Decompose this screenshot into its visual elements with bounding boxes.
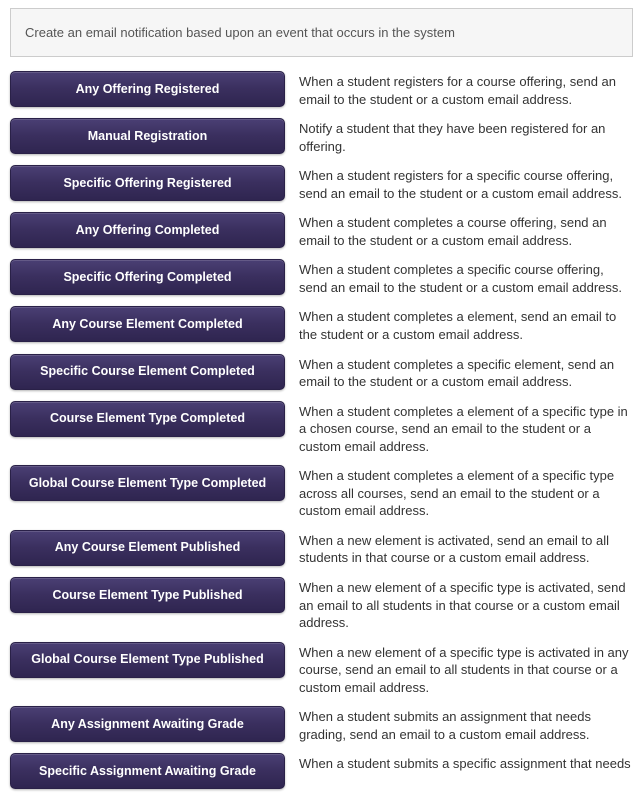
notification-description: When a student registers for a specific … — [285, 165, 633, 202]
notification-description: When a student submits a specific assign… — [285, 753, 633, 773]
page-header: Create an email notification based upon … — [10, 8, 633, 57]
notification-row: Any Course Element Published When a new e… — [10, 530, 633, 567]
button-label: Course Element Type Completed — [50, 411, 245, 426]
notification-description: When a student registers for a course of… — [285, 71, 633, 108]
notification-row: Specific Offering Completed When a studen… — [10, 259, 633, 296]
notification-row: Any Assignment Awaiting Grade When a stud… — [10, 706, 633, 743]
notification-description: When a student completes a course offeri… — [285, 212, 633, 249]
notification-description: When a student submits an assignment tha… — [285, 706, 633, 743]
notification-row: Global Course Element Type Published When… — [10, 642, 633, 697]
button-label: Specific Course Element Completed — [40, 364, 255, 379]
button-label: Global Course Element Type Completed — [29, 476, 266, 491]
button-label: Manual Registration — [88, 129, 207, 144]
button-label: Any Assignment Awaiting Grade — [51, 717, 244, 732]
button-label: Specific Offering Completed — [63, 270, 231, 285]
notification-description: When a new element of a specific type is… — [285, 577, 633, 632]
course-element-type-completed-button[interactable]: Course Element Type Completed — [10, 401, 285, 437]
button-label: Any Course Element Completed — [52, 317, 242, 332]
notification-row: Manual Registration Notify a student that… — [10, 118, 633, 155]
notification-row: Specific Assignment Awaiting Grade When a… — [10, 753, 633, 789]
page-header-text: Create an email notification based upon … — [25, 25, 455, 40]
notification-row: Specific Offering Registered When a stude… — [10, 165, 633, 202]
notification-description: When a student completes a element, send… — [285, 306, 633, 343]
notification-description: When a student completes a element of a … — [285, 465, 633, 520]
global-course-element-type-completed-button[interactable]: Global Course Element Type Completed — [10, 465, 285, 501]
notification-row: Specific Course Element Completed When a … — [10, 354, 633, 391]
any-offering-registered-button[interactable]: Any Offering Registered — [10, 71, 285, 107]
any-course-element-published-button[interactable]: Any Course Element Published — [10, 530, 285, 566]
notification-row: Course Element Type Published When a new … — [10, 577, 633, 632]
notification-row: Any Course Element Completed When a stude… — [10, 306, 633, 343]
notification-description: When a student completes a specific cour… — [285, 259, 633, 296]
button-label: Global Course Element Type Published — [31, 652, 263, 667]
notification-row: Global Course Element Type Completed When… — [10, 465, 633, 520]
manual-registration-button[interactable]: Manual Registration — [10, 118, 285, 154]
notification-description: When a new element is activated, send an… — [285, 530, 633, 567]
any-offering-completed-button[interactable]: Any Offering Completed — [10, 212, 285, 248]
notification-description: When a student completes a specific elem… — [285, 354, 633, 391]
button-label: Course Element Type Published — [52, 588, 242, 603]
any-assignment-awaiting-grade-button[interactable]: Any Assignment Awaiting Grade — [10, 706, 285, 742]
course-element-type-published-button[interactable]: Course Element Type Published — [10, 577, 285, 613]
specific-course-element-completed-button[interactable]: Specific Course Element Completed — [10, 354, 285, 390]
notification-row: Any Offering Completed When a student com… — [10, 212, 633, 249]
notification-row: Course Element Type Completed When a stud… — [10, 401, 633, 456]
button-label: Any Offering Completed — [76, 223, 220, 238]
button-label: Specific Offering Registered — [63, 176, 231, 191]
specific-offering-registered-button[interactable]: Specific Offering Registered — [10, 165, 285, 201]
notification-description: When a student completes a element of a … — [285, 401, 633, 456]
global-course-element-type-published-button[interactable]: Global Course Element Type Published — [10, 642, 285, 678]
button-label: Any Offering Registered — [76, 82, 220, 97]
specific-offering-completed-button[interactable]: Specific Offering Completed — [10, 259, 285, 295]
notification-row: Any Offering Registered When a student re… — [10, 71, 633, 108]
notification-description: Notify a student that they have been reg… — [285, 118, 633, 155]
notification-list: Any Offering Registered When a student re… — [10, 71, 633, 789]
button-label: Any Course Element Published — [55, 540, 240, 555]
button-label: Specific Assignment Awaiting Grade — [39, 764, 256, 779]
any-course-element-completed-button[interactable]: Any Course Element Completed — [10, 306, 285, 342]
notification-description: When a new element of a specific type is… — [285, 642, 633, 697]
specific-assignment-awaiting-grade-button[interactable]: Specific Assignment Awaiting Grade — [10, 753, 285, 789]
